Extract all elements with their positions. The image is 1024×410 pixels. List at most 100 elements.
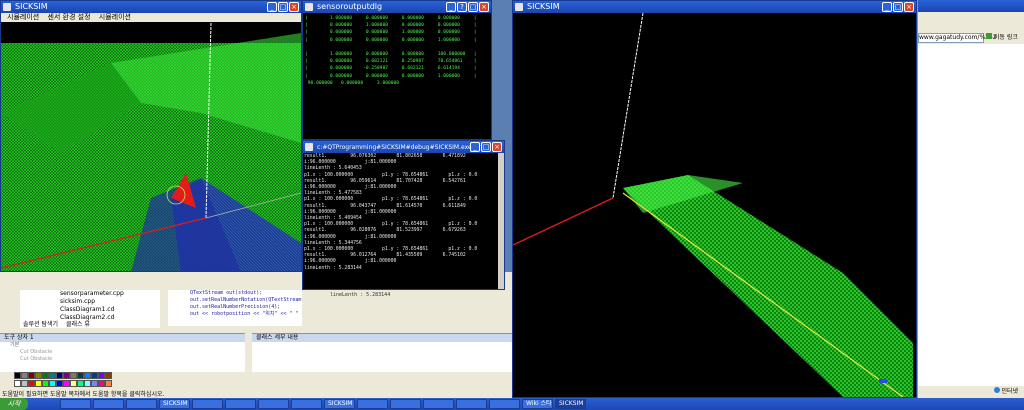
solution-file[interactable]: sensorparameter.cpp: [20, 290, 160, 298]
taskbar-item[interactable]: [60, 399, 91, 409]
title-bar[interactable]: SICKSIM _ □ ×: [1, 1, 301, 13]
palette-swatch[interactable]: [21, 380, 28, 387]
properties-panel: 도구 상자 1 기본 Cut Obstacle Cut Obstacle: [0, 333, 245, 372]
scene-viewport-left[interactable]: [1, 23, 301, 272]
maximize-button[interactable]: □: [468, 2, 478, 12]
console-scrollbar[interactable]: [498, 153, 504, 289]
palette-swatch[interactable]: [70, 380, 77, 387]
console-output: result1. 96.076302 81.802658 6.471892 i:…: [304, 154, 478, 271]
palette-swatch[interactable]: [35, 380, 42, 387]
minimize-button[interactable]: _: [470, 142, 480, 152]
window-title: SICKSIM: [15, 2, 48, 11]
internet-zone-label: 인터넷: [1001, 388, 1018, 395]
taskbar-item[interactable]: [192, 399, 223, 409]
solution-file[interactable]: ClassDiagram1.cd: [20, 306, 160, 314]
console-window[interactable]: c:#QTProgramming#SICKSIM#debug#SICKSIM.e…: [302, 140, 505, 290]
maximize-button[interactable]: □: [278, 2, 288, 12]
tab-class-view[interactable]: 클래스 뷰: [63, 321, 93, 328]
palette-swatch[interactable]: [105, 380, 112, 387]
console-icon: [305, 143, 313, 151]
palette-swatch[interactable]: [42, 372, 49, 379]
palette-swatch[interactable]: [105, 372, 112, 379]
minimize-button[interactable]: _: [446, 2, 456, 12]
sensor-output-dialog[interactable]: sensoroutputdlg _ ? □ × | 1.000000 0.000…: [302, 0, 492, 140]
palette-swatch[interactable]: [98, 372, 105, 379]
window-title: c:#QTProgramming#SICKSIM#debug#SICKSIM.e…: [317, 144, 472, 151]
menu-item[interactable]: 시뮬레이션: [99, 13, 131, 21]
taskbar-item[interactable]: SICKSIM: [324, 399, 355, 409]
window-title: SICKSIM: [527, 2, 560, 11]
browser-window[interactable]: www.gagatudy.com/%252 이동 링크 인터넷: [917, 0, 1024, 398]
minimize-button[interactable]: _: [267, 2, 277, 12]
palette-swatch[interactable]: [14, 380, 21, 387]
taskbar-item[interactable]: [456, 399, 487, 409]
palette-swatch[interactable]: [49, 380, 56, 387]
panel-title: 도구 상자 1: [0, 334, 245, 342]
minimize-button[interactable]: _: [882, 2, 892, 12]
property-row: 기본: [10, 342, 20, 348]
solution-file[interactable]: sicksim.cpp: [20, 298, 160, 306]
property-row[interactable]: Cut Obstacle: [0, 349, 245, 356]
palette-swatch[interactable]: [35, 372, 42, 379]
taskbar-item[interactable]: [489, 399, 520, 409]
code-editor[interactable]: QTextStream out(stdout); out.setRealNumb…: [168, 290, 302, 326]
palette-swatch[interactable]: [70, 372, 77, 379]
close-button[interactable]: ×: [492, 142, 502, 152]
sim-window-left[interactable]: SICKSIM _ □ × 시뮬레이션 센서 환경 설정 시뮬레이션: [0, 0, 302, 272]
palette-swatch[interactable]: [98, 380, 105, 387]
title-bar[interactable]: sensoroutputdlg _ ? □ ×: [303, 1, 491, 13]
palette-swatch[interactable]: [84, 372, 91, 379]
palette-swatch[interactable]: [91, 372, 98, 379]
sim-window-right[interactable]: SICKSIM _ □ ×: [512, 0, 917, 398]
maximize-button[interactable]: □: [481, 142, 491, 152]
palette-swatch[interactable]: [91, 380, 98, 387]
menu-bar: 시뮬레이션 센서 환경 설정 시뮬레이션: [1, 13, 301, 22]
title-bar[interactable]: SICKSIM _ □ ×: [513, 1, 916, 13]
palette-swatch[interactable]: [56, 372, 63, 379]
close-button[interactable]: ×: [904, 2, 914, 12]
taskbar-item[interactable]: [357, 399, 388, 409]
maximize-button[interactable]: □: [893, 2, 903, 12]
menu-item[interactable]: 센서 환경 설정: [47, 13, 90, 21]
go-icon[interactable]: [985, 33, 992, 39]
palette-swatch[interactable]: [42, 380, 49, 387]
menu-item[interactable]: 시뮬레이션: [7, 13, 39, 21]
browser-titlebar[interactable]: [918, 0, 1024, 12]
address-input[interactable]: www.gagatudy.com/%252: [918, 33, 997, 43]
taskbar-item[interactable]: SICKSIM: [555, 399, 586, 409]
palette-swatch[interactable]: [28, 372, 35, 379]
taskbar-item[interactable]: [93, 399, 124, 409]
close-button[interactable]: ×: [479, 2, 489, 12]
help-button[interactable]: ?: [457, 2, 467, 12]
taskbar-item[interactable]: [423, 399, 454, 409]
start-button[interactable]: 시작: [0, 398, 28, 410]
go-button[interactable]: 이동: [994, 34, 1005, 41]
robot-marker: [879, 379, 887, 383]
palette-swatch[interactable]: [77, 380, 84, 387]
tab-solution-explorer[interactable]: 솔루션 탐색기: [20, 321, 62, 328]
palette-swatch[interactable]: [49, 372, 56, 379]
palette-swatch[interactable]: [77, 372, 84, 379]
palette-swatch[interactable]: [28, 380, 35, 387]
address-row: www.gagatudy.com/%252 이동 링크: [918, 32, 1024, 44]
close-button[interactable]: ×: [289, 2, 299, 12]
taskbar-item[interactable]: [225, 399, 256, 409]
taskbar-item[interactable]: Wiki 스타의 예선 페이지: [522, 399, 553, 409]
palette-swatch[interactable]: [63, 380, 70, 387]
palette-swatch[interactable]: [63, 372, 70, 379]
property-row[interactable]: Cut Obstacle: [0, 356, 245, 363]
scene-viewport-right[interactable]: [513, 13, 916, 397]
palette-swatch[interactable]: [14, 372, 21, 379]
links-label[interactable]: 링크: [1007, 34, 1018, 41]
browser-content[interactable]: [918, 44, 1024, 386]
palette-swatch[interactable]: [84, 380, 91, 387]
taskbar-item[interactable]: [291, 399, 322, 409]
palette-swatch[interactable]: [56, 380, 63, 387]
app-icon: [305, 3, 313, 11]
taskbar-item[interactable]: [390, 399, 421, 409]
palette-swatch[interactable]: [21, 372, 28, 379]
taskbar-item[interactable]: [126, 399, 157, 409]
title-bar[interactable]: c:#QTProgramming#SICKSIM#debug#SICKSIM.e…: [303, 141, 504, 153]
taskbar-item[interactable]: SICKSIM: [159, 399, 190, 409]
taskbar-item[interactable]: [258, 399, 289, 409]
